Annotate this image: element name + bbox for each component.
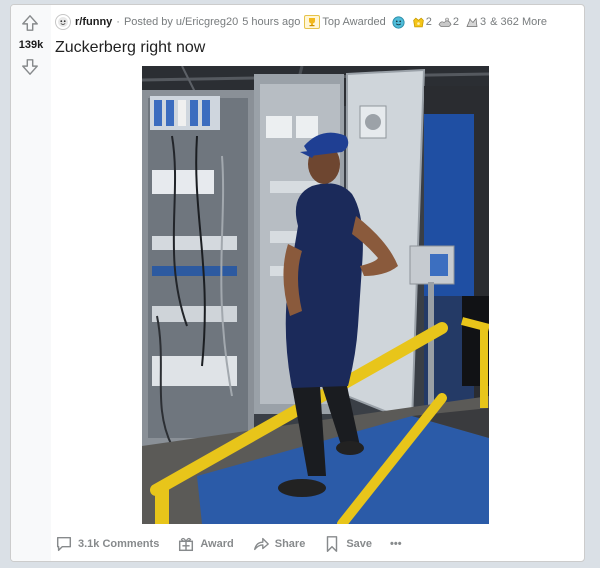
author-link[interactable]: u/Ericgreg20	[176, 16, 238, 28]
post-timestamp[interactable]: 5 hours ago	[242, 16, 300, 28]
share-button[interactable]: Share	[252, 535, 306, 553]
save-label: Save	[346, 538, 373, 550]
more-options-icon: •••	[390, 538, 402, 550]
meta-separator: ·	[116, 16, 120, 28]
trophy-icon	[309, 18, 316, 27]
award-label: Award	[200, 538, 234, 550]
post-meta: r/funny · Posted by u/Ericgreg20 5 hours…	[55, 13, 547, 31]
post-actions-bar: 3.1k Comments Award Share Save •••	[55, 532, 420, 556]
silver-award-count: 3	[480, 16, 487, 28]
comments-button[interactable]: 3.1k Comments	[55, 535, 159, 553]
silver-award-icon[interactable]	[465, 16, 479, 29]
top-awarded-badge[interactable]	[304, 15, 321, 29]
subreddit-link[interactable]: r/funny	[75, 16, 112, 28]
upvote-arrow-icon	[22, 15, 38, 31]
bookmark-icon	[327, 536, 338, 552]
top-awarded-label: Top Awarded	[322, 16, 386, 28]
post-image[interactable]	[142, 66, 489, 524]
award-button[interactable]: Award	[177, 535, 234, 553]
post-content: r/funny · Posted by u/Ericgreg20 5 hours…	[51, 5, 584, 561]
helpful-award-icon[interactable]	[438, 16, 452, 29]
upvote-button[interactable]	[18, 11, 42, 35]
more-options-button[interactable]: •••	[390, 538, 402, 550]
posted-by-label: Posted by	[123, 16, 173, 28]
post-card[interactable]: 139k r/funny · Posted by u/Ericgreg20 5 …	[10, 4, 585, 562]
downvote-arrow-icon	[22, 59, 38, 75]
helpful-award-count: 2	[452, 16, 460, 28]
comment-icon	[56, 536, 72, 552]
share-label: Share	[274, 538, 306, 550]
wholesome-award-icon[interactable]	[392, 15, 405, 29]
gold-award-count: 2	[425, 16, 432, 28]
gold-award-icon[interactable]	[412, 16, 425, 29]
downvote-button[interactable]	[18, 55, 42, 79]
share-arrow-icon	[253, 537, 269, 551]
save-button[interactable]: Save	[323, 535, 372, 553]
vote-score: 139k	[18, 39, 44, 51]
vote-column: 139k	[11, 5, 51, 561]
post-title[interactable]: Zuckerberg right now	[55, 39, 205, 57]
more-awards-link[interactable]: & 362 More	[490, 16, 547, 28]
post-image-illustration	[142, 66, 489, 524]
comments-label: 3.1k Comments	[78, 538, 160, 550]
subreddit-icon[interactable]	[55, 14, 71, 30]
gift-icon	[179, 537, 194, 552]
